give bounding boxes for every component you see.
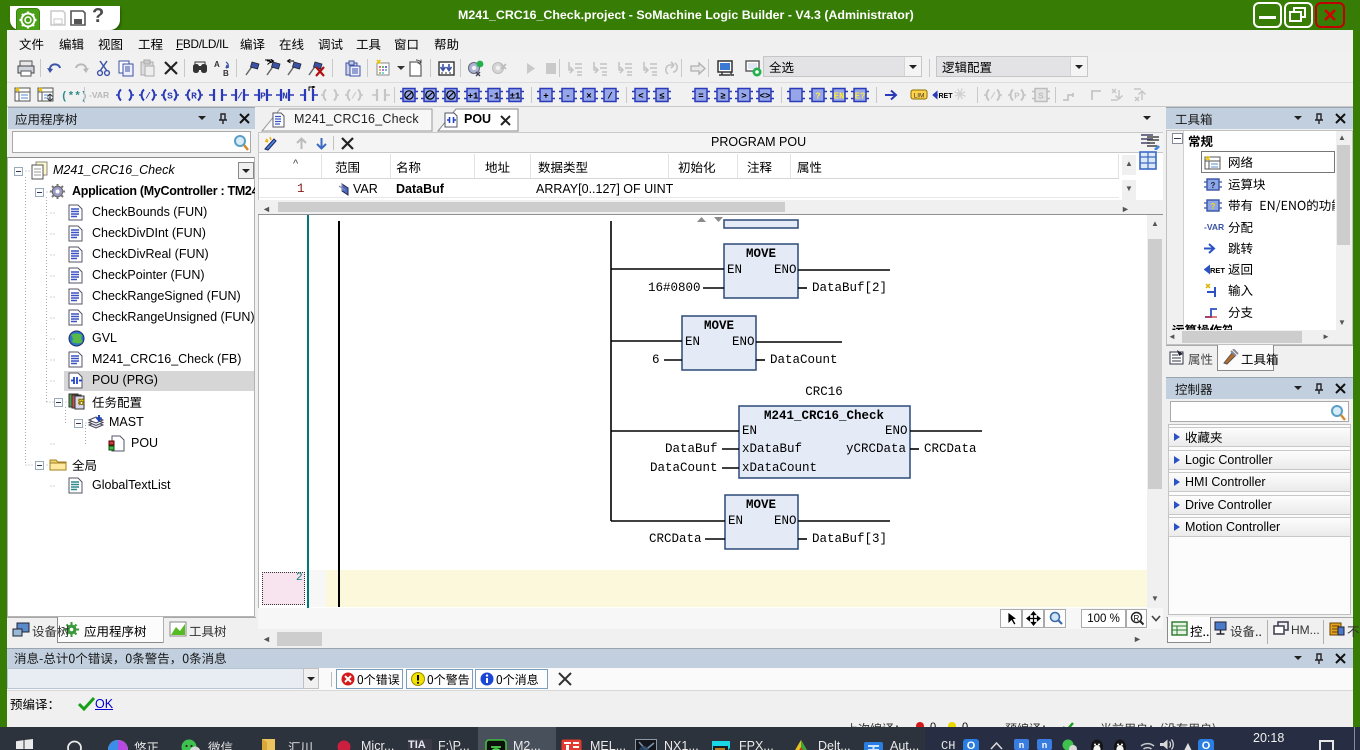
svg-text:P: P: [1014, 91, 1020, 102]
svg-text:-: -: [565, 92, 570, 102]
svg-text:RET: RET: [1210, 266, 1225, 275]
svg-text:R: R: [191, 91, 197, 102]
svg-text:E?: E?: [855, 92, 866, 102]
svg-text:<: <: [638, 92, 643, 102]
svg-text:?: ?: [815, 92, 820, 102]
svg-text:-1: -1: [489, 92, 500, 102]
svg-text:P: P: [260, 91, 266, 102]
svg-text:+: +: [543, 92, 548, 102]
svg-text:N: N: [282, 91, 288, 102]
svg-text:/: /: [237, 91, 243, 102]
svg-text:/: /: [607, 92, 612, 102]
svg-text:/: /: [990, 91, 996, 102]
svg-text:RET: RET: [939, 93, 954, 100]
svg-text:<>: <>: [760, 92, 771, 102]
svg-text:?: ?: [1211, 202, 1216, 211]
svg-text:/: /: [145, 91, 151, 102]
svg-text:×: ×: [586, 92, 591, 102]
svg-text:S: S: [1038, 92, 1044, 102]
svg-text:>: >: [741, 92, 746, 102]
svg-text:≥: ≥: [720, 92, 725, 102]
svg-text:EN: EN: [834, 92, 845, 102]
svg-text:B: B: [223, 69, 229, 78]
svg-text:?: ?: [1211, 181, 1216, 190]
svg-text:LIM: LIM: [914, 93, 925, 100]
svg-text:=: =: [698, 92, 703, 102]
svg-text:±1: ±1: [510, 92, 521, 102]
svg-text:S: S: [167, 91, 173, 102]
svg-text:≤: ≤: [659, 92, 664, 102]
svg-text:/: /: [351, 91, 357, 102]
svg-text:A: A: [214, 60, 220, 69]
svg-text:R: R: [1134, 614, 1140, 623]
svg-text:-VAR: -VAR: [89, 90, 109, 100]
svg-text:+1: +1: [468, 92, 479, 102]
